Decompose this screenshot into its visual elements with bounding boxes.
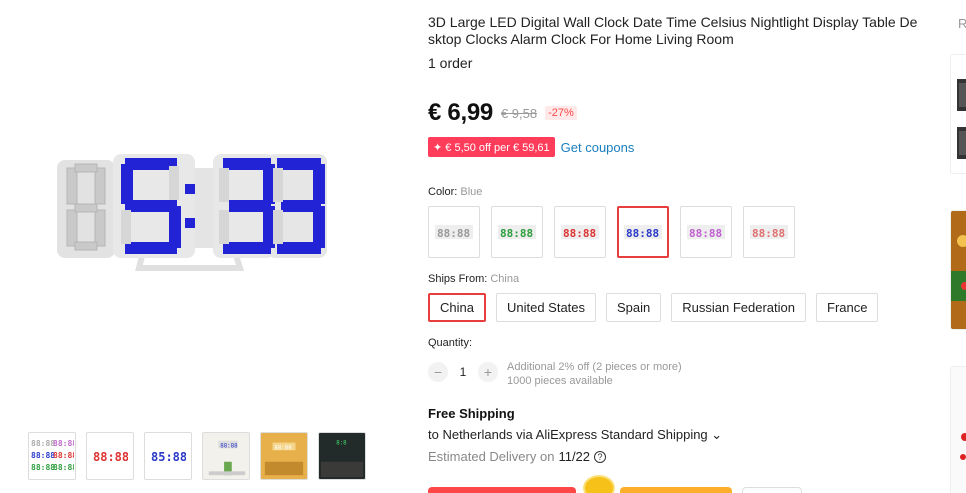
svg-text:88:88: 88:88 xyxy=(53,463,74,472)
svg-text:88:88: 88:88 xyxy=(220,443,238,449)
quantity-value[interactable]: 1 xyxy=(448,365,478,379)
color-option-rose[interactable]: 88:88 xyxy=(743,206,795,258)
thumbnail-strip: 88:8888:88 88:8888:88 88:8888:88 88:88 8… xyxy=(28,432,366,480)
color-option-gray[interactable]: 88:88 xyxy=(428,206,480,258)
svg-text:88:88: 88:88 xyxy=(274,445,292,451)
buy-now-button[interactable] xyxy=(428,487,576,493)
led-clock-image xyxy=(57,154,327,271)
ships-from-united-states[interactable]: United States xyxy=(495,293,597,322)
quantity-label: Quantity: xyxy=(428,337,473,349)
thumbnail-multicolor[interactable]: 88:8888:88 88:8888:88 88:8888:88 xyxy=(28,432,76,480)
clock-digits-icon: 88:88 xyxy=(626,227,659,240)
ships-from-options: China United States Spain Russian Federa… xyxy=(428,293,879,322)
color-option-purple[interactable]: 88:88 xyxy=(680,206,732,258)
price-row: € 6,99 € 9,58 -27% xyxy=(428,99,577,127)
color-option-green[interactable]: 88:88 xyxy=(491,206,543,258)
ships-from-france[interactable]: France xyxy=(816,293,879,322)
quantity-stepper: − 1 + xyxy=(428,362,498,382)
ships-from-russian-federation[interactable]: Russian Federation xyxy=(671,293,806,322)
product-title: 3D Large LED Digital Wall Clock Date Tim… xyxy=(428,14,918,47)
ships-from-spain[interactable]: Spain xyxy=(606,293,662,322)
coupon-badge: ✦ € 5,50 off per € 59,61 xyxy=(428,137,555,157)
thumbnail-dark-room[interactable]: 8:8 xyxy=(318,432,366,480)
thumbnail-red[interactable]: 88:88 xyxy=(86,432,134,480)
recommended-item[interactable] xyxy=(950,54,966,174)
thumbnail-yellow-wall[interactable]: 88:88 xyxy=(260,432,308,480)
shipping-method-selector[interactable]: to Netherlands via AliExpress Standard S… xyxy=(428,427,722,443)
thumbnail-blue[interactable]: 85:88 xyxy=(144,432,192,480)
clock-digits-icon: 88:88 xyxy=(500,227,533,240)
discount-badge: -27% xyxy=(545,106,577,120)
clock-digits-icon: 88:88 xyxy=(689,227,722,240)
delivery-date: 11/22 xyxy=(558,449,591,464)
help-icon[interactable]: ? xyxy=(594,450,607,463)
original-price: € 9,58 xyxy=(500,105,538,121)
clock-digits-icon: 88:88 xyxy=(563,227,596,240)
recommended-item[interactable] xyxy=(950,210,966,330)
color-label: Color: Blue xyxy=(428,186,483,198)
ships-from-label: Ships From: China xyxy=(428,273,520,285)
color-option-red[interactable]: 88:88 xyxy=(554,206,606,258)
coupon-row: ✦ € 5,50 off per € 59,61 Get coupons xyxy=(428,137,634,157)
thumbnail-room[interactable]: 88:88 xyxy=(202,432,250,480)
ships-from-china[interactable]: China xyxy=(428,293,486,322)
svg-text:88:88: 88:88 xyxy=(93,450,128,464)
quantity-notes: Additional 2% off (2 pieces or more) 100… xyxy=(507,360,682,388)
estimated-delivery: Estimated Delivery on 11/22 ? xyxy=(428,449,607,464)
shipping-title: Free Shipping xyxy=(428,406,515,421)
bulk-discount-note: Additional 2% off (2 pieces or more) xyxy=(507,361,682,373)
coin-icon xyxy=(585,477,613,493)
svg-text:88:88: 88:88 xyxy=(31,451,55,460)
clock-digits-icon: 88:88 xyxy=(752,227,785,240)
color-option-blue[interactable]: 88:88 xyxy=(617,206,669,258)
selected-ships-from: China xyxy=(490,273,520,285)
main-product-image[interactable] xyxy=(0,0,410,420)
recommended-item[interactable] xyxy=(950,366,966,493)
order-count: 1 order xyxy=(428,55,473,71)
quantity-increase-button[interactable]: + xyxy=(478,362,498,382)
selected-color: Blue xyxy=(460,186,483,198)
svg-text:8:8: 8:8 xyxy=(336,441,347,447)
svg-text:85:88: 85:88 xyxy=(151,450,186,464)
svg-text:88:88: 88:88 xyxy=(53,439,74,448)
svg-text:88:88: 88:88 xyxy=(53,451,74,460)
get-coupons-link[interactable]: Get coupons xyxy=(561,140,635,155)
current-price: € 6,99 xyxy=(428,99,493,126)
clock-digits-icon: 88:88 xyxy=(437,227,470,240)
quantity-decrease-button[interactable]: − xyxy=(428,362,448,382)
svg-text:88:88: 88:88 xyxy=(31,439,55,448)
recommended-label: R xyxy=(958,16,966,31)
stock-available: 1000 pieces available xyxy=(507,375,613,387)
add-to-cart-button[interactable] xyxy=(620,487,732,493)
color-options: 88:88 88:88 88:88 88:88 88:88 88:88 xyxy=(428,206,795,258)
svg-text:88:88: 88:88 xyxy=(31,463,55,472)
wishlist-button[interactable] xyxy=(742,487,802,493)
